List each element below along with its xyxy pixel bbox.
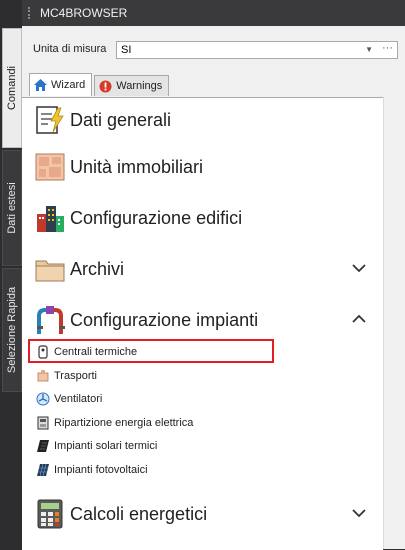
transport-icon (37, 370, 49, 382)
calculator-icon (37, 499, 63, 529)
floor-plan-icon (35, 153, 65, 181)
section-title: Archivi (70, 258, 125, 279)
wizard-panel: Dati generali Unità immobiliari Configur… (22, 97, 383, 550)
electric-meter-icon (37, 416, 49, 430)
list-item-trasporti[interactable]: Trasporti (36, 366, 97, 386)
list-item-label: Ventilatori (54, 393, 103, 405)
section-unita-immobiliari[interactable]: Unità immobiliari (22, 146, 383, 188)
chevron-down-icon[interactable] (351, 505, 367, 521)
pipes-icon (37, 306, 65, 334)
section-calcoli-energetici[interactable]: Calcoli energetici (22, 493, 383, 535)
unit-row: Unita di misura SI ▼ ··· (22, 39, 405, 61)
chevron-up-icon[interactable] (351, 311, 367, 327)
more-options-button[interactable]: ··· (382, 42, 393, 54)
section-title: Calcoli energetici (70, 503, 208, 524)
palette-titlebar[interactable]: MC4BROWSER (22, 0, 405, 26)
drag-grip-icon[interactable] (28, 7, 34, 19)
section-title: Configurazione impianti (70, 309, 259, 330)
unit-label: Unita di misura (33, 43, 107, 55)
unit-select-value: SI (121, 44, 132, 56)
tab-warnings-label: Warnings (116, 80, 163, 92)
section-dati-generali[interactable]: Dati generali (22, 99, 383, 141)
home-icon (34, 79, 47, 91)
side-tab-dati-estesi[interactable]: Dati estesi (2, 150, 22, 266)
list-item-label: Trasporti (54, 370, 97, 382)
side-tab-label: Comandi (6, 65, 18, 111)
tab-wizard[interactable]: Wizard (29, 73, 93, 96)
dropdown-arrow-icon[interactable]: ▼ (365, 45, 373, 54)
tab-warnings[interactable]: Warnings (94, 75, 170, 96)
section-archivi[interactable]: Archivi (22, 248, 383, 290)
buildings-icon (37, 206, 64, 232)
selection-highlight (28, 339, 274, 363)
side-tab-comandi[interactable]: Comandi (2, 28, 22, 148)
vertical-scrollbar[interactable] (383, 97, 405, 549)
section-title: Unità immobiliari (70, 156, 204, 177)
fan-icon (36, 392, 50, 406)
chevron-down-icon[interactable] (351, 260, 367, 276)
list-item-impianti-solari-termici[interactable]: Impianti solari termici (36, 436, 157, 456)
side-tab-label: Dati estesi (6, 182, 18, 234)
list-item-ripartizione-energia-elettrica[interactable]: Ripartizione energia elettrica (36, 413, 193, 433)
warning-icon (99, 80, 112, 93)
section-title: Configurazione edifici (70, 207, 243, 228)
list-item-label: Ripartizione energia elettrica (54, 417, 194, 429)
list-item-impianti-fotovoltaici[interactable]: Impianti fotovoltaici (36, 460, 148, 480)
section-configurazione-edifici[interactable]: Configurazione edifici (22, 197, 383, 239)
side-tab-label: Selezione Rapida (6, 286, 18, 374)
tab-bar: Wizard Warnings (29, 73, 171, 97)
folder-icon (35, 260, 65, 282)
tab-wizard-label: Wizard (51, 79, 86, 91)
side-tab-selezione-rapida[interactable]: Selezione Rapida (2, 268, 22, 392)
solar-panel-icon (37, 463, 49, 477)
solar-thermal-icon (37, 440, 49, 452)
palette-title: MC4BROWSER (40, 6, 128, 20)
side-tab-strip: Comandi Dati estesi Selezione Rapida (0, 0, 22, 549)
list-item-label: Impianti solari termici (54, 440, 158, 452)
list-item-label: Impianti fotovoltaici (54, 464, 148, 476)
list-item-ventilatori[interactable]: Ventilatori (36, 389, 102, 409)
section-configurazione-impianti[interactable]: Configurazione impianti (22, 299, 383, 341)
unit-select[interactable]: SI ▼ ··· (116, 41, 398, 59)
browser-palette: MC4BROWSER Unita di misura SI ▼ ··· Wiza… (22, 0, 405, 550)
document-lightning-icon (36, 106, 64, 134)
section-title: Dati generali (70, 109, 172, 130)
